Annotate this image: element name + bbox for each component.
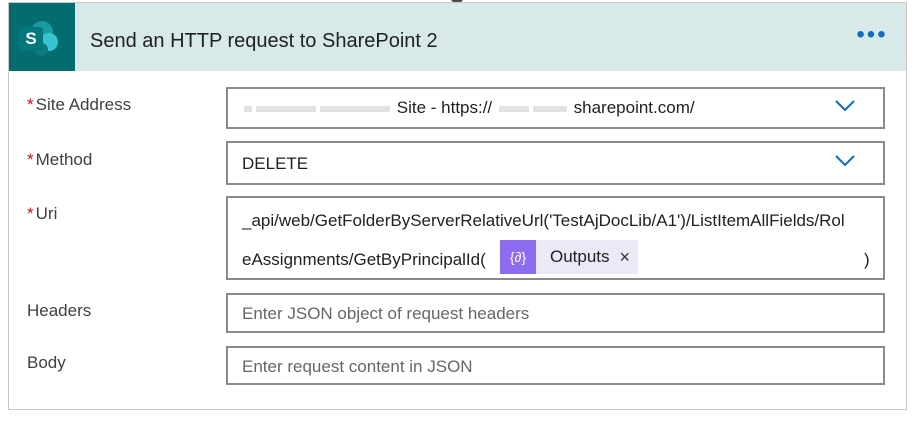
- body-label: Body: [27, 353, 66, 372]
- action-title[interactable]: Send an HTTP request to SharePoint 2: [90, 30, 438, 53]
- body-placeholder: Enter request content in JSON: [242, 357, 473, 376]
- more-options-button[interactable]: •••: [855, 23, 889, 52]
- required-mark: *: [27, 150, 34, 169]
- remove-token-button[interactable]: ×: [620, 247, 639, 268]
- headers-input[interactable]: Enter JSON object of request headers: [226, 293, 885, 333]
- site-address-value: Site - https:// sharepoint.com/: [242, 98, 695, 118]
- site-address-dropdown[interactable]: Site - https:// sharepoint.com/: [226, 87, 885, 129]
- required-mark: *: [27, 204, 34, 223]
- uri-text-line-1: _api/web/GetFolderByServerRelativeUrl('T…: [242, 211, 845, 230]
- method-value: DELETE: [242, 154, 309, 173]
- headers-label: Headers: [27, 301, 92, 320]
- sharepoint-letter: S: [19, 27, 43, 51]
- sharepoint-icon: S: [9, 3, 75, 71]
- required-mark: *: [27, 95, 34, 114]
- chevron-down-icon[interactable]: [835, 100, 855, 114]
- uri-text-suffix: ): [864, 250, 870, 269]
- uri-input[interactable]: _api/web/GetFolderByServerRelativeUrl('T…: [226, 196, 885, 280]
- method-label: * Method: [27, 150, 93, 169]
- chevron-down-icon[interactable]: [835, 155, 855, 169]
- token-label: Outputs: [550, 247, 610, 266]
- action-card: S Send an HTTP request to SharePoint 2 •…: [8, 2, 907, 410]
- field-underline: [228, 127, 822, 129]
- uri-label: * Uri: [27, 204, 58, 223]
- method-dropdown[interactable]: DELETE: [226, 141, 885, 185]
- action-card-header[interactable]: S Send an HTTP request to SharePoint 2 •…: [9, 3, 906, 71]
- body-input[interactable]: Enter request content in JSON: [226, 346, 885, 385]
- uri-text-line-2: eAssignments/GetByPrincipalId(: [242, 250, 486, 269]
- site-address-label: * Site Address: [27, 95, 132, 114]
- dynamic-content-icon: {∂}: [500, 240, 536, 274]
- outputs-token[interactable]: {∂} Outputs ×: [500, 240, 639, 274]
- headers-placeholder: Enter JSON object of request headers: [242, 304, 530, 323]
